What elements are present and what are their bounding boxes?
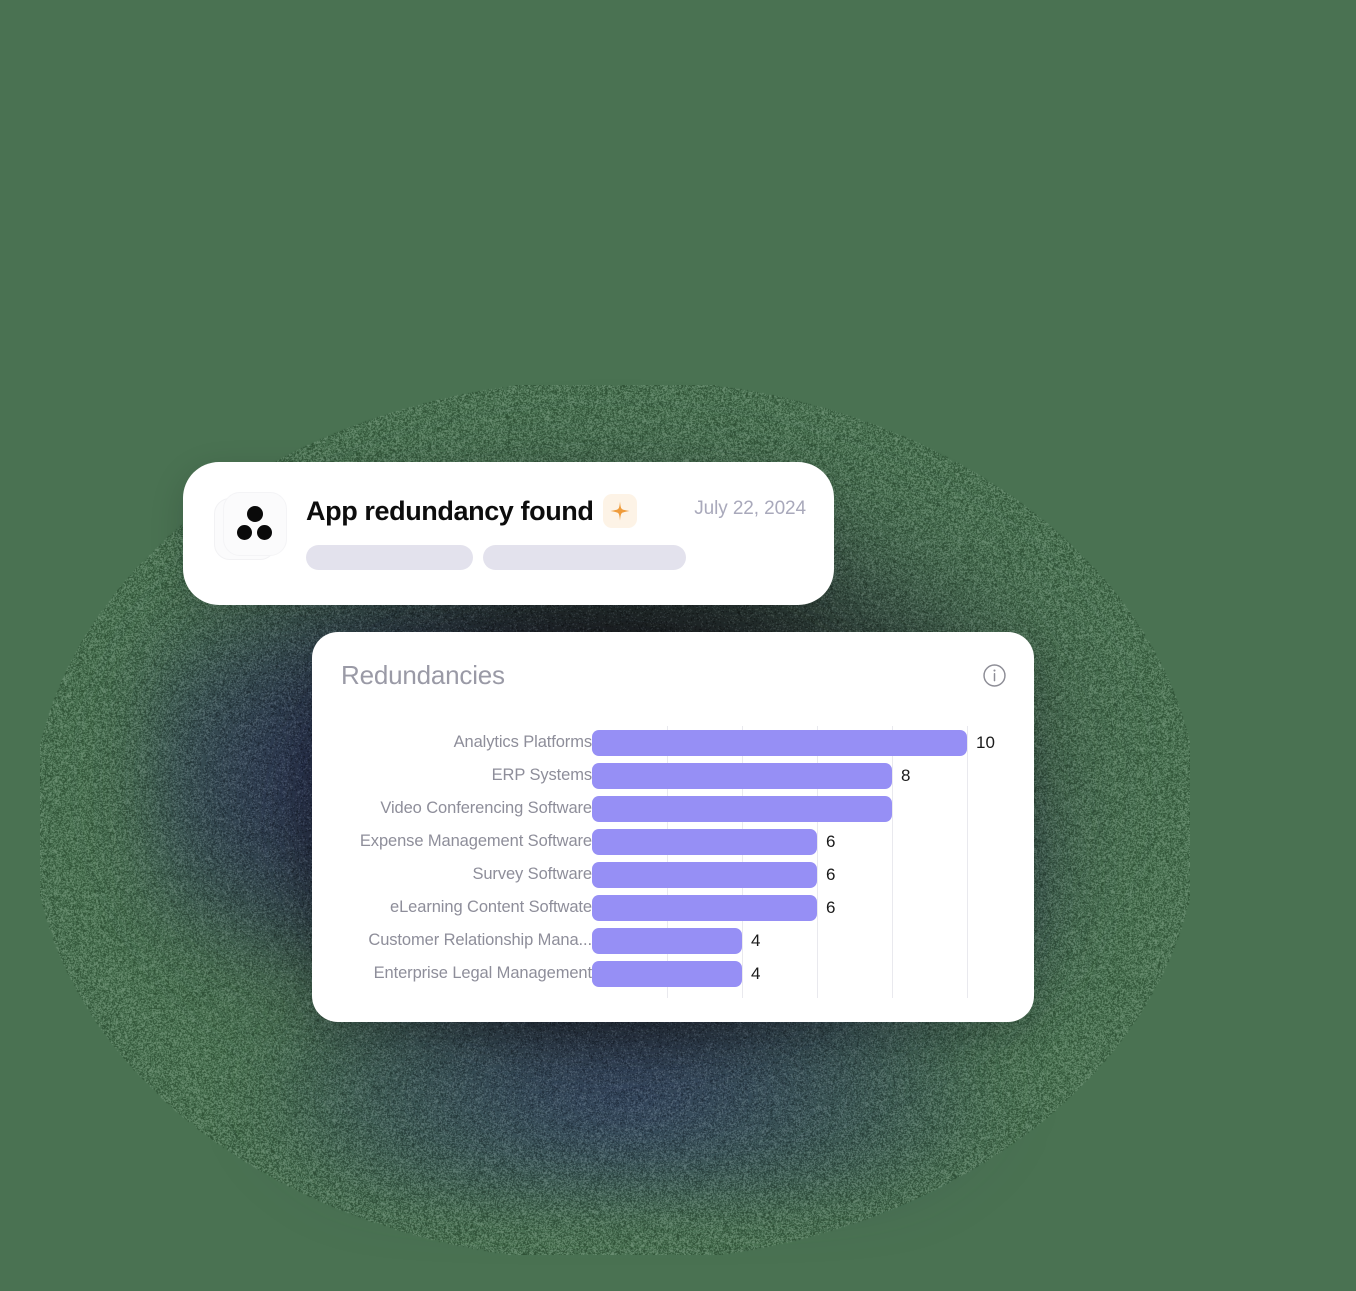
chart-bar-row[interactable]: Customer Relationship Mana... 4 — [312, 924, 1034, 957]
chart-bar-label: eLearning Content Softwate — [312, 898, 592, 917]
chart-bar-value: 6 — [826, 899, 835, 916]
chart-bar-row[interactable]: eLearning Content Softwate 6 — [312, 891, 1034, 924]
chart-header: Redundancies — [341, 660, 1008, 691]
chart-bar-label: Expense Management Software — [312, 832, 592, 851]
chart-bar-track: 10 — [592, 726, 1034, 759]
chart-bar-track: 8 — [592, 759, 1034, 792]
chart-bar-value: 6 — [826, 833, 835, 850]
chart-bar-track: 6 — [592, 825, 1034, 858]
chart-bar-fill[interactable] — [592, 895, 817, 921]
notification-title: App redundancy found — [306, 494, 593, 528]
chart-bar-row[interactable]: Enterprise Legal Management 4 — [312, 957, 1034, 990]
chart-bar-fill[interactable] — [592, 928, 742, 954]
chart-bar-label: Survey Software — [312, 865, 592, 884]
sparkle-icon — [603, 494, 637, 528]
chart-bar-fill[interactable] — [592, 961, 742, 987]
chart-bar-fill[interactable] — [592, 796, 892, 822]
app-icon — [219, 492, 285, 558]
chart-bar-value: 4 — [751, 965, 760, 982]
chart-title: Redundancies — [341, 660, 505, 691]
info-circle-icon[interactable] — [981, 662, 1008, 689]
chart-bar-label: Enterprise Legal Management — [312, 964, 592, 983]
chart-bar-row[interactable]: Expense Management Software 6 — [312, 825, 1034, 858]
app-icon-front-card — [223, 492, 287, 556]
skeleton-placeholder-row — [306, 545, 801, 570]
skeleton-placeholder-long — [483, 545, 686, 570]
chart-bar-row[interactable]: ERP Systems 8 — [312, 759, 1034, 792]
notification-date: July 22, 2024 — [694, 498, 806, 520]
chart-bar-rows: Analytics Platforms 10 ERP Systems 8 Video C… — [312, 726, 1034, 990]
chart-bar-value: 8 — [901, 767, 910, 784]
chart-bar-track: 4 — [592, 957, 1034, 990]
chart-bar-label: Customer Relationship Mana... — [312, 931, 592, 950]
asana-three-dots-icon — [235, 506, 275, 542]
chart-bar-track: 4 — [592, 924, 1034, 957]
chart-bar-label: Analytics Platforms — [312, 733, 592, 752]
skeleton-placeholder-short — [306, 545, 473, 570]
redundancies-chart-card: Redundancies Analytics Platforms 10 ERP Sy… — [312, 632, 1034, 1022]
chart-bar-fill[interactable] — [592, 763, 892, 789]
chart-bar-label: ERP Systems — [312, 766, 592, 785]
chart-bar-row[interactable]: Survey Software 6 — [312, 858, 1034, 891]
stage: App redundancy found July 22, 2024 Redun… — [0, 0, 1356, 1291]
chart-bar-fill[interactable] — [592, 829, 817, 855]
chart-bar-track: 8 — [592, 792, 1034, 825]
chart-bar-fill[interactable] — [592, 862, 817, 888]
chart-bar-track: 6 — [592, 858, 1034, 891]
chart-bar-fill[interactable] — [592, 730, 967, 756]
chart-bar-track: 6 — [592, 891, 1034, 924]
chart-bar-row[interactable]: Video Conferencing Software8 — [312, 792, 1034, 825]
chart-bar-value: 6 — [826, 866, 835, 883]
chart-bar-value: 4 — [751, 932, 760, 949]
chart-bar-label: Video Conferencing Software — [312, 799, 592, 818]
chart-bar-value: 10 — [976, 734, 995, 751]
notification-card[interactable]: App redundancy found July 22, 2024 — [183, 462, 834, 605]
chart-bar-row[interactable]: Analytics Platforms 10 — [312, 726, 1034, 759]
horizontal-bar-chart: Analytics Platforms 10 ERP Systems 8 Video C… — [312, 726, 1034, 1004]
